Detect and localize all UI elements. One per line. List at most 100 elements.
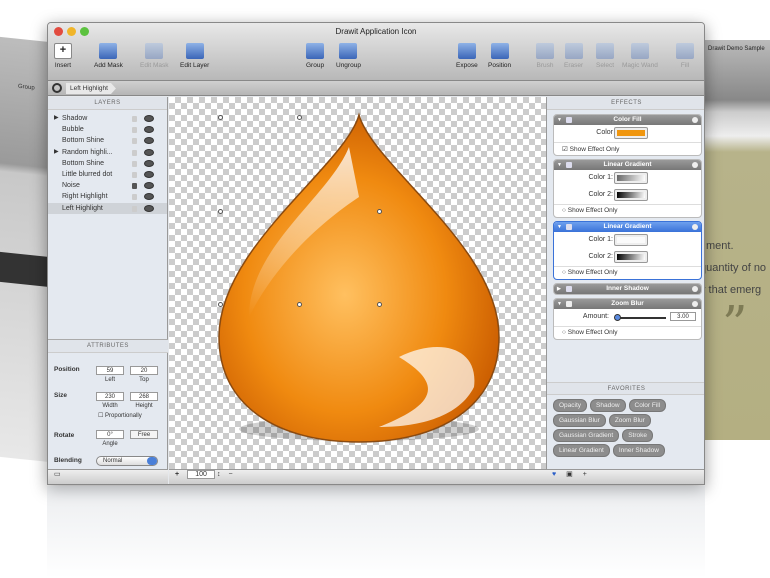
proportionally-checkbox[interactable]: ☐ Proportionally	[98, 412, 142, 419]
top-field[interactable]: 20	[130, 366, 158, 375]
zoom-out-button[interactable]: −	[228, 471, 232, 478]
toolbar-eraser-button[interactable]: Eraser	[564, 43, 583, 69]
gear-icon[interactable]	[52, 83, 62, 93]
layers-options-icon[interactable]: ▭	[54, 471, 61, 478]
lock-icon[interactable]	[132, 171, 137, 178]
remove-effect-icon[interactable]	[692, 286, 698, 292]
eye-icon[interactable]	[144, 182, 154, 190]
effect-header[interactable]: ▶ Inner Shadow	[554, 284, 701, 294]
layer-item[interactable]: Bubble	[48, 124, 167, 135]
remove-effect-icon[interactable]	[692, 162, 698, 168]
selection-handle[interactable]	[377, 302, 382, 307]
width-field[interactable]: 230	[96, 392, 124, 401]
favorite-chip[interactable]: Shadow	[590, 399, 626, 412]
lock-icon[interactable]	[132, 149, 137, 156]
toolbar-fill-button[interactable]: Fill	[676, 43, 694, 69]
canvas[interactable]	[169, 97, 546, 471]
enable-checkbox[interactable]	[566, 301, 572, 307]
lock-icon[interactable]	[132, 127, 137, 134]
amount-field[interactable]: 3.00	[670, 312, 696, 321]
remove-effect-icon[interactable]	[692, 301, 698, 307]
disclosure-triangle-icon[interactable]: ▶	[54, 113, 59, 124]
eye-icon[interactable]	[144, 137, 154, 145]
favorite-chip[interactable]: Opacity	[553, 399, 588, 412]
remove-effect-icon[interactable]	[692, 224, 698, 230]
toolbar-expose-button[interactable]: Expose	[456, 43, 478, 69]
toolbar-magic-wand-button[interactable]: Magic Wand	[622, 43, 658, 69]
show-effect-only-radio[interactable]: ○ Show Effect Only	[554, 326, 701, 339]
eye-icon[interactable]	[144, 170, 154, 178]
color1-swatch[interactable]	[614, 172, 648, 184]
eye-icon[interactable]	[144, 126, 154, 134]
edit-icon[interactable]: ▣	[566, 471, 573, 478]
lock-icon[interactable]	[132, 205, 137, 212]
favorite-chip[interactable]: Gaussian Gradient	[553, 429, 620, 442]
heart-icon[interactable]: ♥	[552, 471, 556, 478]
eye-icon[interactable]	[144, 193, 154, 201]
toolbar-position-button[interactable]: Position	[488, 43, 511, 69]
enable-checkbox[interactable]	[566, 162, 572, 168]
blending-select[interactable]: Normal	[96, 456, 158, 466]
layer-item[interactable]: Bottom Shine	[48, 158, 167, 169]
layer-item[interactable]: Little blurred dot	[48, 169, 167, 180]
selection-handle[interactable]	[377, 209, 382, 214]
favorite-chip[interactable]: Gaussian Blur	[553, 414, 606, 427]
toolbar-edit-layer-button[interactable]: Edit Layer	[180, 43, 209, 69]
lock-icon[interactable]	[132, 160, 137, 167]
selection-handle[interactable]	[297, 302, 302, 307]
toolbar-group-button[interactable]: Group	[306, 43, 324, 69]
zoom-stepper[interactable]: ↕	[217, 471, 221, 478]
enable-checkbox[interactable]	[566, 117, 572, 123]
favorite-chip[interactable]: Color Fill	[628, 399, 667, 412]
color2-swatch[interactable]	[614, 251, 648, 263]
effect-header[interactable]: ▼ Zoom Blur	[554, 299, 701, 309]
height-field[interactable]: 268	[130, 392, 158, 401]
toolbar-select-button[interactable]: Select	[596, 43, 614, 69]
lock-icon[interactable]	[132, 116, 137, 122]
favorite-chip[interactable]: Stroke	[622, 429, 653, 442]
eye-icon[interactable]	[144, 204, 154, 212]
enable-checkbox[interactable]	[566, 224, 572, 230]
effect-header[interactable]: ▼ Linear Gradient	[554, 160, 701, 170]
angle-field[interactable]: 0°	[96, 430, 124, 439]
disclosure-triangle-icon[interactable]: ▶	[54, 147, 59, 158]
favorite-chip[interactable]: Linear Gradient	[553, 444, 610, 457]
favorite-chip[interactable]: Inner Shadow	[612, 444, 665, 457]
lock-icon[interactable]	[132, 194, 137, 201]
toolbar-add-mask-button[interactable]: Add Mask	[94, 43, 123, 69]
show-effect-only-checkbox[interactable]: ☑ Show Effect Only	[554, 142, 701, 155]
color-swatch[interactable]	[614, 127, 648, 139]
layer-item[interactable]: ▶ Shadow	[48, 113, 167, 124]
effect-header[interactable]: ▼ Linear Gradient	[554, 222, 701, 232]
favorite-chip[interactable]: Zoom Blur	[608, 414, 651, 427]
layer-item[interactable]: Left Highlight	[48, 202, 167, 214]
eye-icon[interactable]	[144, 148, 154, 156]
selection-handle[interactable]	[297, 115, 302, 120]
lock-icon[interactable]	[132, 138, 137, 145]
breadcrumb[interactable]: Left Highlight	[66, 83, 116, 94]
show-effect-only-radio[interactable]: ○ Show Effect Only	[554, 266, 701, 279]
layer-item[interactable]: Bottom Shine	[48, 135, 167, 146]
free-button[interactable]: Free	[130, 430, 158, 439]
eye-icon[interactable]	[144, 115, 154, 122]
show-effect-only-radio[interactable]: ○ Show Effect Only	[554, 204, 701, 217]
add-effect-button[interactable]: +	[583, 471, 587, 478]
eye-icon[interactable]	[144, 159, 154, 167]
toolbar-insert-button[interactable]: + Insert	[54, 43, 72, 69]
zoom-field[interactable]: 100	[187, 470, 216, 479]
effect-header[interactable]: ▼ Color Fill	[554, 115, 701, 125]
lock-icon[interactable]	[132, 183, 137, 190]
enable-checkbox[interactable]	[566, 286, 572, 292]
amount-slider[interactable]	[614, 314, 666, 321]
selection-handle[interactable]	[218, 302, 223, 307]
layer-item[interactable]: ▶ Random highli...	[48, 147, 167, 158]
selection-handle[interactable]	[218, 115, 223, 120]
toolbar-edit-mask-button[interactable]: Edit Mask	[140, 43, 169, 69]
slider-knob[interactable]	[614, 314, 621, 321]
selection-handle[interactable]	[218, 209, 223, 214]
color1-swatch[interactable]	[614, 234, 648, 246]
layer-item[interactable]: Noise	[48, 180, 167, 191]
color2-swatch[interactable]	[614, 189, 648, 201]
toolbar-ungroup-button[interactable]: Ungroup	[336, 43, 361, 69]
remove-effect-icon[interactable]	[692, 117, 698, 123]
